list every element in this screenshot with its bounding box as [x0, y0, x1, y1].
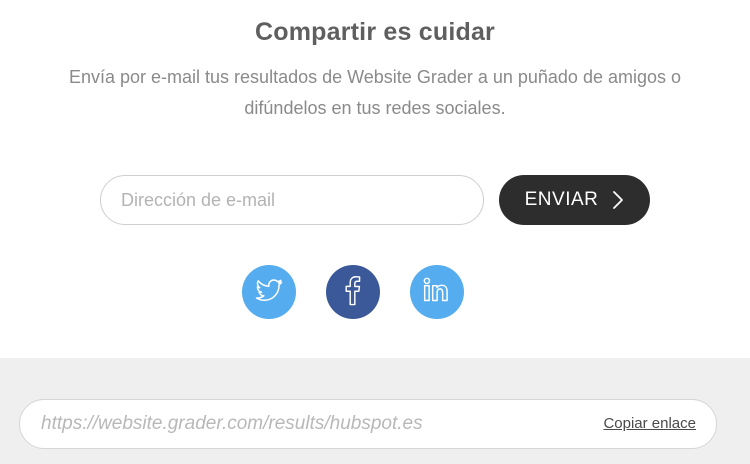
facebook-icon	[338, 273, 368, 312]
send-button-label: ENVIAR	[524, 189, 599, 210]
send-button[interactable]: ENVIAR	[499, 175, 650, 225]
twitter-icon	[254, 275, 284, 310]
share-url-text: https://website.grader.com/results/hubsp…	[41, 413, 423, 434]
copy-link-button[interactable]: Copiar enlace	[603, 400, 696, 448]
chevron-right-icon	[612, 190, 624, 210]
email-input[interactable]	[100, 175, 484, 225]
share-link-field[interactable]: https://website.grader.com/results/hubsp…	[19, 399, 717, 449]
share-section: Compartir es cuidar Envía por e-mail tus…	[0, 0, 750, 358]
share-title: Compartir es cuidar	[255, 18, 495, 46]
twitter-share-button[interactable]	[242, 265, 296, 319]
linkedin-icon	[421, 275, 453, 310]
facebook-share-button[interactable]	[326, 265, 380, 319]
linkedin-share-button[interactable]	[410, 265, 464, 319]
share-description: Envía por e-mail tus resultados de Websi…	[68, 67, 682, 118]
